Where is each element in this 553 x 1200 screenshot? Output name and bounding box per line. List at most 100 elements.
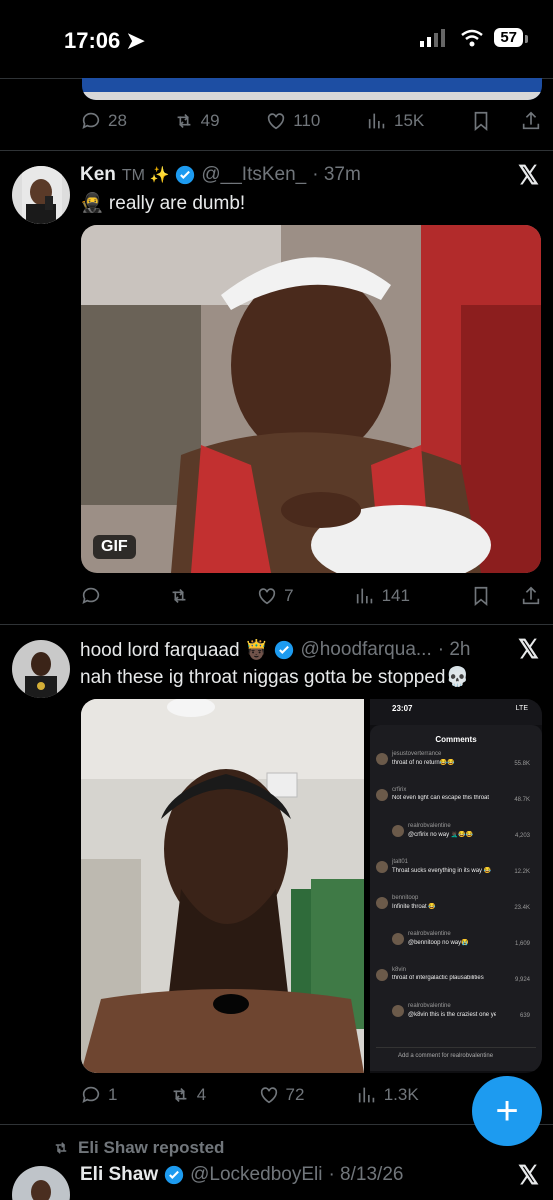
display-name[interactable]: hood lord farquaad 🤴🏿	[80, 638, 268, 662]
add-comment-placeholder: Add a comment for realrobvalentine	[398, 1053, 494, 1059]
comment-row[interactable]: crfirix Not even light can escape this th…	[376, 787, 530, 821]
comment-likes: 639	[519, 1013, 530, 1019]
comment-row[interactable]: realrobvalentine @crfirix no way 🤦🏿‍♂️😂😂 4…	[392, 823, 530, 857]
like-button[interactable]: 110	[265, 110, 320, 132]
repost-button[interactable]: 49	[173, 110, 220, 132]
comment-likes: 1,609	[514, 941, 530, 947]
phone-network: LTE	[515, 705, 528, 712]
like-count: 72	[285, 1085, 305, 1104]
views-button[interactable]: 141	[354, 585, 410, 607]
comment-user: bennitoop	[392, 895, 419, 901]
x-logo-icon[interactable]: 𝕏	[518, 1160, 539, 1191]
tweet-header: hood lord farquaad 🤴🏿 @hoodfarqua... · 2…	[80, 638, 470, 662]
comment-row[interactable]: realrobvalentine @k8vin this is the crazi…	[392, 1003, 530, 1037]
divider	[0, 624, 553, 625]
views-button[interactable]: 15K	[366, 110, 424, 132]
avatar[interactable]	[12, 640, 70, 698]
comment-text: Infinite throat 😂	[392, 904, 436, 910]
comment-likes: 4,203	[514, 833, 530, 839]
tweet-media-partial[interactable]	[82, 78, 542, 100]
photo-image	[81, 699, 364, 1073]
repost-indicator: Eli Shaw reposted	[52, 1138, 224, 1158]
gif-image	[81, 225, 541, 573]
comment-avatar	[392, 825, 404, 837]
comment-user: crfirix	[392, 787, 407, 793]
repost-button[interactable]	[168, 585, 196, 607]
like-button[interactable]: 7	[256, 585, 294, 607]
tweet-gif[interactable]: GIF	[81, 225, 541, 573]
comment-avatar	[376, 789, 388, 801]
reposted-by-text[interactable]: Eli Shaw reposted	[78, 1138, 224, 1158]
reply-icon	[82, 112, 100, 129]
like-button[interactable]: 72	[258, 1084, 305, 1106]
tweet-photo[interactable]	[81, 699, 364, 1073]
divider	[0, 1124, 553, 1125]
reply-button[interactable]: 28	[80, 110, 127, 132]
handle[interactable]: @LockedboyEli	[190, 1164, 322, 1186]
share-icon	[522, 586, 540, 605]
comment-row[interactable]: k8vin throat of intergalactic plausabilit…	[376, 967, 530, 1001]
views-count: 1.3K	[383, 1085, 419, 1104]
views-count: 141	[381, 586, 410, 605]
reply-button[interactable]: 1	[80, 1084, 117, 1106]
verified-icon	[176, 165, 195, 185]
tweet-header: Ken TM ✨ @__ItsKen_ · 37m	[80, 164, 361, 186]
handle[interactable]: @hoodfarqua...	[300, 639, 431, 661]
display-name[interactable]: Eli Shaw	[80, 1164, 158, 1186]
avatar[interactable]	[12, 1166, 70, 1200]
comments-title: Comments	[435, 735, 477, 744]
reply-count: 1	[108, 1085, 118, 1104]
comment-row[interactable]: realrobvalentine @bennitoop no way😭 1,609	[392, 931, 530, 965]
repost-button[interactable]: 4	[169, 1084, 206, 1106]
reply-button[interactable]	[80, 585, 108, 607]
x-logo-icon[interactable]: 𝕏	[518, 160, 539, 191]
comment-likes: 9,924	[514, 977, 530, 983]
avatar[interactable]	[12, 166, 70, 224]
bookmark-button[interactable]	[470, 585, 492, 607]
avatar-image	[12, 166, 70, 224]
comment-text: @crfirix no way 🤦🏿‍♂️😂😂	[408, 832, 474, 838]
x-logo-icon[interactable]: 𝕏	[518, 634, 539, 665]
share-button[interactable]	[520, 110, 542, 132]
display-name[interactable]: Ken	[80, 164, 116, 186]
repost-icon	[177, 113, 191, 129]
repost-icon	[172, 588, 186, 604]
comment-avatar	[376, 753, 388, 765]
comment-likes: 12.2K	[514, 869, 530, 875]
like-count: 110	[293, 111, 321, 130]
views-icon	[368, 113, 385, 129]
like-icon	[258, 588, 276, 605]
views-button[interactable]: 1.3K	[356, 1084, 419, 1106]
comment-likes: 48.7K	[514, 797, 530, 803]
repost-icon	[173, 1087, 187, 1103]
comment-text: throat of intergalactic plausabilities	[392, 975, 484, 981]
comment-text: @bennitoop no way😭	[408, 940, 469, 946]
compose-icon: +	[495, 1088, 519, 1133]
comment-likes: 23.4K	[514, 905, 530, 911]
comment-text: Not even light can escape this throat	[392, 795, 490, 801]
comment-row[interactable]: jtalt01 Throat sucks everything in its wa…	[376, 859, 530, 893]
comment-avatar	[376, 969, 388, 981]
timestamp[interactable]: · 8/13/26	[328, 1164, 403, 1186]
timestamp[interactable]: · 37m	[312, 164, 361, 186]
comment-row[interactable]: bennitoop Infinite throat 😂 23.4K	[376, 895, 530, 929]
comment-text: @k8vin this is the craziest one yet😂😂	[408, 1012, 496, 1018]
signal-icon	[420, 28, 446, 47]
phone-status-bar: 23:07 LTE	[370, 699, 542, 725]
name-suffix: TM ✨	[121, 167, 170, 184]
tweet-actions: 28 49 110 15K	[80, 110, 542, 132]
tweet-screenshot[interactable]: 23:07 LTE Comments jesustoverterrance thr…	[370, 699, 542, 1073]
handle[interactable]: @__ItsKen_	[201, 164, 306, 186]
comment-row[interactable]: jesustoverterrance throat of no return😂😂 5…	[376, 751, 530, 785]
compose-button[interactable]: +	[472, 1076, 542, 1146]
timestamp[interactable]: · 2h	[438, 639, 471, 661]
add-comment-field[interactable]: Add a comment for realrobvalentine	[376, 1047, 536, 1065]
bookmark-button[interactable]	[470, 110, 492, 132]
comment-user: k8vin	[392, 967, 407, 973]
comment-avatar	[376, 897, 388, 909]
repost-icon	[55, 1142, 67, 1154]
views-count: 15K	[394, 111, 425, 130]
comment-user: realrobvalentine	[408, 931, 451, 937]
share-icon	[522, 111, 540, 130]
share-button[interactable]	[520, 585, 542, 607]
